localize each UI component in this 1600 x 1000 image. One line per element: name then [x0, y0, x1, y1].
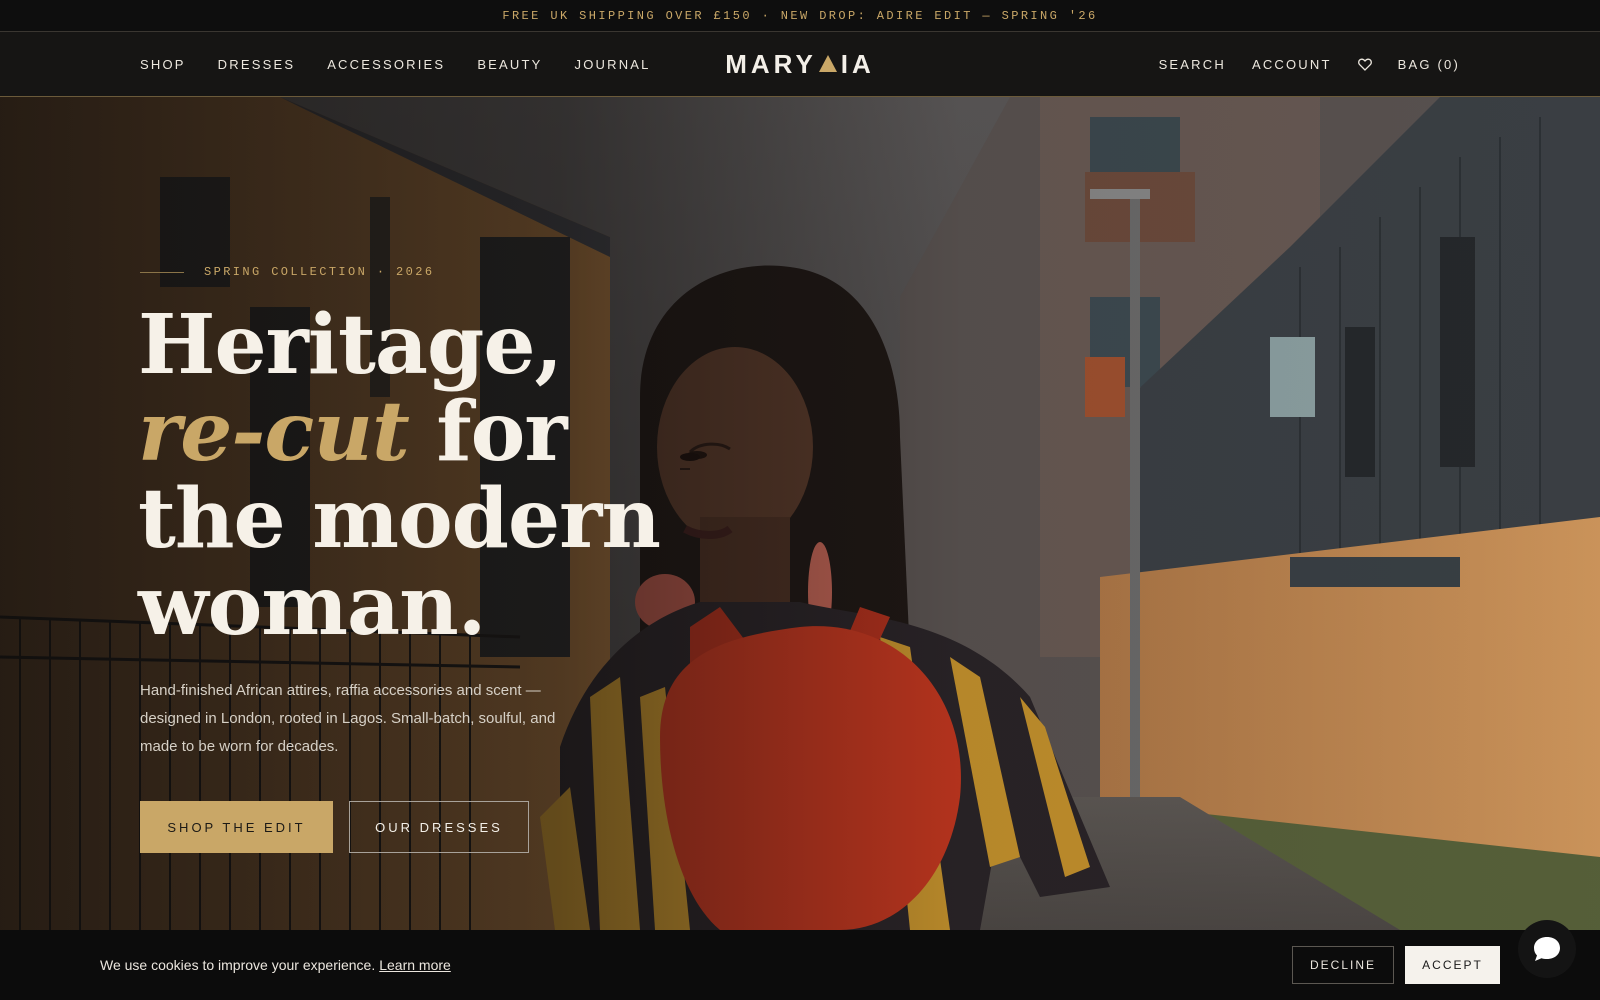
cookie-banner: We use cookies to improve your experienc… [0, 930, 1600, 1000]
triangle-icon [818, 54, 837, 72]
account-link[interactable]: ACCOUNT [1252, 57, 1332, 72]
accept-button[interactable]: ACCEPT [1405, 946, 1500, 984]
hero-headline: Heritage, re-cut for the modern woman. [138, 297, 661, 654]
search-link[interactable]: SEARCH [1159, 57, 1226, 72]
heart-icon[interactable] [1357, 58, 1372, 71]
headline-line-1: Heritage, [138, 297, 563, 393]
announcement-bar: FREE UK SHIPPING OVER £150 · NEW DROP: A… [0, 0, 1600, 32]
decline-button[interactable]: DECLINE [1292, 946, 1394, 984]
eyebrow-text: SPRING COLLECTION · 2026 [204, 265, 435, 279]
utility-nav: SEARCH ACCOUNT BAG (0) [1133, 32, 1460, 96]
logo[interactable]: MARY IA [725, 49, 875, 80]
headline-line-3: the modern [138, 471, 661, 567]
logo-text-right: IA [840, 48, 875, 79]
learn-more-link[interactable]: Learn more [379, 957, 451, 973]
shop-the-edit-button[interactable]: SHOP THE EDIT [140, 801, 333, 853]
bag-link[interactable]: BAG (0) [1398, 57, 1460, 72]
eyebrow-rule [140, 271, 184, 273]
headline-line-2-rest: for [408, 384, 567, 480]
headline-line-2: re-cut for [138, 389, 660, 476]
hero-subtext: Hand-finished African attires, raffia ac… [140, 682, 556, 755]
announcement-text: FREE UK SHIPPING OVER £150 · NEW DROP: A… [502, 8, 1098, 23]
cookie-text: We use cookies to improve your experienc… [100, 957, 376, 973]
hero-eyebrow: SPRING COLLECTION · 2026 [140, 265, 434, 279]
headline-line-4: woman. [138, 558, 486, 654]
cookie-message: We use cookies to improve your experienc… [100, 930, 451, 1000]
headline-accent: re-cut [138, 384, 410, 480]
our-dresses-button[interactable]: OUR DRESSES [349, 801, 529, 853]
logo-text-left: MARY [725, 48, 817, 79]
chat-bubble-icon[interactable] [1518, 920, 1576, 978]
hero: SPRING COLLECTION · 2026 Heritage, re-cu… [0, 97, 1600, 930]
site-header: SHOP DRESSES ACCESSORIES BEAUTY JOURNAL … [0, 32, 1600, 97]
